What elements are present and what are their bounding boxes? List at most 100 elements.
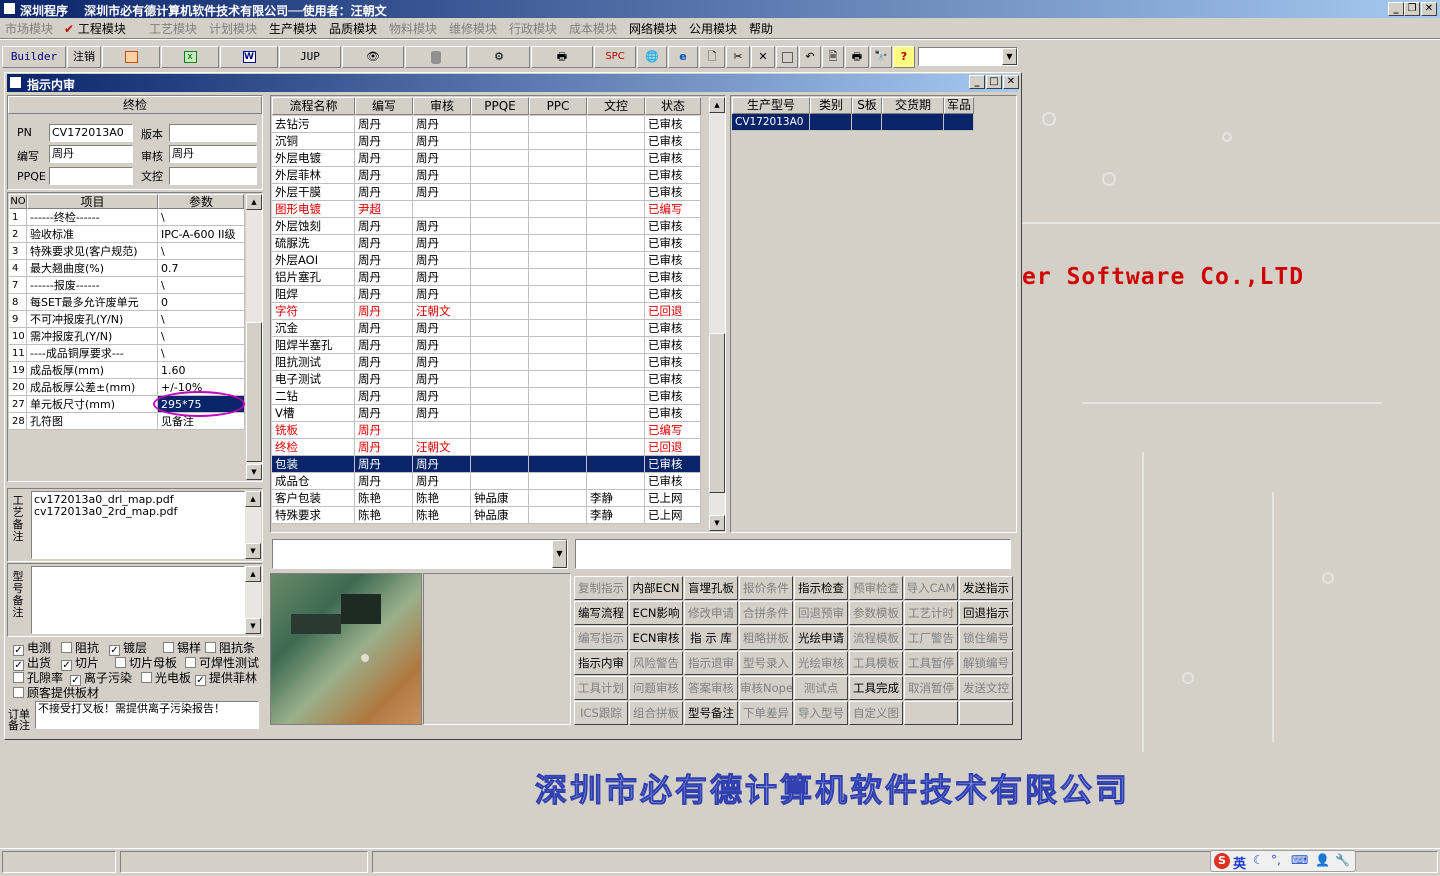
flow-grid[interactable]: 流程名称 编写 审核 PPQE PPC 文控 状态 去钻污 周丹 周丹 已审核 沉铜 周丹 周丹 已审核外…: [270, 95, 726, 533]
minimize-button[interactable]: _: [1388, 2, 1404, 16]
flow-row[interactable]: 图形电镀 尹超 已编写: [272, 201, 703, 218]
checkbox-box[interactable]: [205, 642, 216, 653]
action-button-0-2[interactable]: 盲埋孔板: [684, 576, 738, 600]
param-row[interactable]: 3 特殊要求见(客户规范) \: [9, 243, 245, 260]
checkbox-12[interactable]: ✓ 提供菲林: [195, 669, 257, 686]
flow-row[interactable]: 去钻污 周丹 周丹 已审核: [272, 116, 703, 133]
action-button-1-4[interactable]: 回退预审: [794, 601, 848, 625]
review-field[interactable]: 周丹: [169, 145, 257, 163]
checkbox-box[interactable]: [185, 657, 196, 668]
menu-market[interactable]: 市场模块: [5, 20, 53, 37]
menu-common[interactable]: 公用模块: [689, 20, 737, 37]
action-button-5-7[interactable]: [959, 701, 1013, 725]
scroll-down-icon[interactable]: ▼: [245, 543, 261, 559]
action-button-4-6[interactable]: 取消暂停: [904, 676, 958, 700]
scroll-down-icon[interactable]: ▼: [245, 618, 261, 634]
action-button-5-6[interactable]: [904, 701, 958, 725]
child-restore-button[interactable]: □: [986, 75, 1002, 89]
flow-row[interactable]: 铝片塞孔 周丹 周丹 已审核: [272, 269, 703, 286]
param-row[interactable]: 10 需冲报废孔(Y/N) \: [9, 328, 245, 345]
action-button-2-5[interactable]: 流程模板: [849, 626, 903, 650]
ime-toolbar[interactable]: S 英 ☾ °, ⌨ 👤 🔧: [1210, 850, 1356, 872]
cut-button[interactable]: ✂: [726, 46, 750, 68]
param-row[interactable]: 4 最大翘曲度(%) 0.7: [9, 260, 245, 277]
flow-header-status[interactable]: 状态: [645, 97, 701, 115]
pn-field[interactable]: CV172013A0: [49, 124, 133, 142]
flow-row[interactable]: 阻焊半塞孔 周丹 周丹 已审核: [272, 337, 703, 354]
restore-button[interactable]: ❐: [1404, 2, 1420, 16]
flow-row[interactable]: 特殊要求 陈艳 陈艳 钟品康 李静 已上网: [272, 507, 703, 524]
message-field[interactable]: [575, 539, 1011, 569]
param-row[interactable]: 11 ----成品铜厚要求--- \: [9, 345, 245, 362]
menu-help[interactable]: 帮助: [749, 20, 773, 37]
flow-row[interactable]: V槽 周丹 周丹 已审核: [272, 405, 703, 422]
action-button-3-2[interactable]: 指示退审: [684, 651, 738, 675]
checkbox-box[interactable]: [13, 687, 24, 698]
preview-button[interactable]: 🗎: [822, 46, 844, 68]
production-header-delivery[interactable]: 交货期: [882, 97, 944, 114]
toolbar-combo[interactable]: ▼: [918, 47, 1018, 66]
action-button-1-2[interactable]: 修改申请: [684, 601, 738, 625]
ppqe-field[interactable]: [49, 167, 133, 185]
scroll-down-icon[interactable]: ▼: [709, 515, 725, 531]
menu-material[interactable]: 物料模块: [389, 20, 437, 37]
wrench-icon[interactable]: 🔧: [1335, 853, 1350, 867]
action-button-3-0[interactable]: 指示内审: [574, 651, 628, 675]
action-button-1-5[interactable]: 参数模板: [849, 601, 903, 625]
save-button[interactable]: [776, 46, 798, 68]
action-button-3-6[interactable]: 工具暂停: [904, 651, 958, 675]
action-button-0-0[interactable]: 复制指示: [574, 576, 628, 600]
checkbox-box[interactable]: [163, 642, 174, 653]
help-button[interactable]: ?: [893, 46, 915, 68]
powerpoint-button[interactable]: [102, 46, 160, 68]
checkbox-box[interactable]: [61, 642, 72, 653]
checkbox-box[interactable]: [115, 657, 126, 668]
menu-process[interactable]: 工艺模块: [149, 20, 197, 37]
menu-admin[interactable]: 行政模块: [509, 20, 557, 37]
checkbox-11[interactable]: 光电板: [141, 669, 191, 686]
scroll-thumb[interactable]: [246, 322, 262, 462]
action-button-1-0[interactable]: 编写流程: [574, 601, 628, 625]
flow-row[interactable]: 阻焊 周丹 周丹 已审核: [272, 286, 703, 303]
flow-row[interactable]: 沉铜 周丹 周丹 已审核: [272, 133, 703, 150]
globe-button[interactable]: 🌐: [637, 46, 667, 68]
flow-scrollbar[interactable]: ▲ ▼: [709, 97, 725, 531]
flow-header-wenkong[interactable]: 文控: [587, 97, 645, 115]
flow-row[interactable]: 硫脲洗 周丹 周丹 已审核: [272, 235, 703, 252]
params-header-value[interactable]: 参数: [158, 194, 244, 209]
action-button-4-4[interactable]: 测试点: [794, 676, 848, 700]
action-button-2-3[interactable]: 粗略拼板: [739, 626, 793, 650]
punctuation-icon[interactable]: °,: [1271, 853, 1281, 867]
builder-button[interactable]: Builder: [2, 46, 66, 68]
sogou-icon[interactable]: S: [1214, 853, 1230, 869]
params-scrollbar[interactable]: ▲ ▼: [246, 194, 262, 480]
flow-header-ppc[interactable]: PPC: [529, 97, 587, 115]
scroll-up-icon[interactable]: ▲: [245, 491, 261, 507]
action-button-4-5[interactable]: 工具完成: [849, 676, 903, 700]
flow-row[interactable]: 客户包装 陈艳 陈艳 钟品康 李静 已上网: [272, 490, 703, 507]
action-button-4-0[interactable]: 工具计划: [574, 676, 628, 700]
action-button-5-5[interactable]: 自定义图: [849, 701, 903, 725]
action-button-3-1[interactable]: 风险警告: [629, 651, 683, 675]
flow-row[interactable]: 终检 周丹 汪朝文 已回退: [272, 439, 703, 456]
action-button-1-6[interactable]: 工艺计时: [904, 601, 958, 625]
menu-network[interactable]: 网络模块: [629, 20, 677, 37]
production-header-s_board[interactable]: S板: [852, 97, 882, 114]
action-button-0-1[interactable]: 内部ECN: [629, 576, 683, 600]
param-row[interactable]: 8 每SET最多允许废单元 0: [9, 294, 245, 311]
flow-select[interactable]: ▼: [272, 539, 568, 569]
action-button-5-1[interactable]: 组合拼板: [629, 701, 683, 725]
params-header-item[interactable]: 项目: [27, 194, 158, 209]
wenkong-field[interactable]: [169, 167, 257, 185]
jup-button[interactable]: JUP: [279, 46, 341, 68]
params-header-no[interactable]: NO: [9, 194, 27, 209]
model-note-scrollbar[interactable]: ▲ ▼: [245, 566, 261, 634]
action-button-3-5[interactable]: 工具模板: [849, 651, 903, 675]
action-button-4-7[interactable]: 发送文控: [959, 676, 1013, 700]
menu-engineering[interactable]: ✔ 工程模块: [64, 20, 126, 37]
flow-header-name[interactable]: 流程名称: [272, 97, 355, 115]
flow-row[interactable]: 字符 周丹 汪朝文 已回退: [272, 303, 703, 320]
action-button-4-1[interactable]: 问题审核: [629, 676, 683, 700]
menu-quality[interactable]: 品质模块: [329, 20, 377, 37]
production-header-military[interactable]: 军品: [944, 97, 974, 114]
